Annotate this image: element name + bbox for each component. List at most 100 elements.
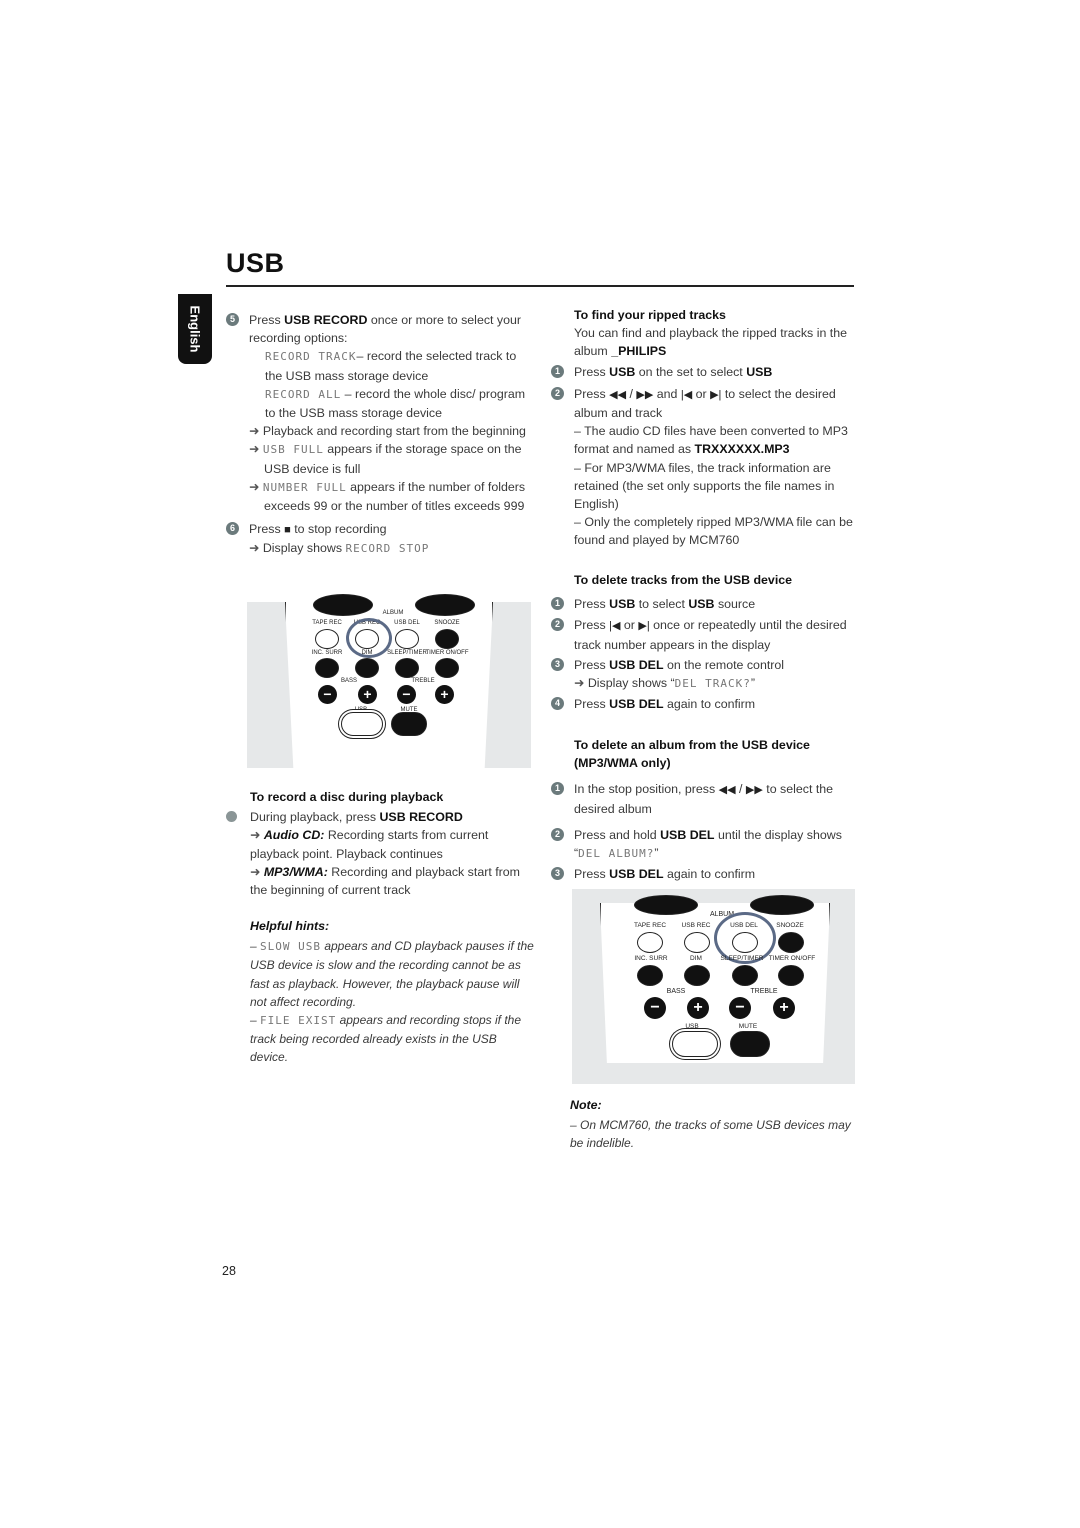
album-step-3: 3 Press USB DEL again to confirm [551,865,856,883]
step-number: 2 [551,618,564,632]
label-mute: MUTE [738,1023,758,1030]
sleep-timer-button-graphic [732,965,758,986]
treble-plus-icon: + [435,685,454,704]
label-timer-on-off: TIMER ON/OFF [425,650,469,656]
usb-rec-button-graphic [684,932,710,953]
text: Press [574,364,610,379]
rewind-icon: ◀◀ [609,388,627,401]
delete-step-4: 4 Press USB DEL again to confirm [551,695,856,713]
lcd-text: RECORD ALL [265,387,342,401]
find-ripped-tracks-section: To find your ripped tracks You can find … [551,306,856,550]
text: or [620,618,639,633]
text: and [653,386,681,401]
usb-button-graphic [341,712,383,736]
label-dim: DIM [690,955,702,962]
inc-surr-button-graphic [315,658,339,678]
label-usb-rec: USB REC [681,922,711,929]
text: again to confirm [663,867,756,882]
text: Press [574,386,610,401]
arrow-icon: ➜ [249,541,260,556]
helpful-hints: Helpful hints: – SLOW USB appears and CD… [250,917,535,1067]
key-usb-del: USB DEL [609,697,664,712]
result-playback: ➜ Playback and recording start from the … [249,422,526,440]
text: Playback and recording start from the be… [262,424,526,439]
ffwd-button-graphic [750,895,814,915]
text: or [692,386,711,401]
text: During playback, press [250,810,380,825]
arrow-icon: ➜ [250,828,261,843]
dim-button-graphic [355,658,379,678]
find-intro: You can find and playback the ripped tra… [574,324,856,360]
section-heading: To delete tracks from the USB device [574,573,793,587]
step-number: 1 [551,364,564,378]
step-number: 3 [551,867,564,881]
label-inc-surr: INC. SURR [634,955,668,962]
stop-icon: ■ [284,524,291,537]
record-during-playback-section: To record a disc during playback During … [226,788,536,899]
hint-slow-usb: – SLOW USB appears and CD playback pause… [250,939,534,1009]
sleep-timer-button-graphic [395,658,419,678]
label-bass: BASS [340,678,357,684]
note-converted: – The audio CD files have been converted… [574,422,856,458]
rewind-button-graphic [313,594,373,616]
find-step-1: 1 Press USB on the set to select USB [551,363,856,381]
album-name: _PHILIPS [611,344,667,359]
usb-del-button-graphic [395,629,419,649]
find-step-2: 2 Press ◀◀ / ▶▶ and |◀ or ▶| to select t… [551,385,856,550]
key-usb: USB [609,597,636,612]
delete-step-2: 2 Press |◀ or ▶| once or repeatedly unti… [551,616,856,653]
page-number: 28 [222,1264,236,1278]
key-usb-del: USB DEL [609,657,664,672]
previous-icon: |◀ [680,388,693,401]
result-del-track: ➜ Display shows “DEL TRACK?” [574,674,856,693]
snooze-button-graphic [435,629,459,649]
snooze-button-graphic [778,932,804,953]
remote-illustration-usb-del: ALBUM TAPE REC USB REC USB DEL SNOOZE IN… [572,889,855,1084]
remote-body [285,602,493,768]
text: Press [574,697,610,712]
lcd-text: RECORD TRACK [265,350,357,364]
text: In the stop position, press [574,782,719,797]
step-number: 6 [226,522,239,536]
usb-button-graphic [672,1031,718,1057]
bass-plus-icon: + [687,997,709,1019]
step-5: 5 Press USB RECORD once or more to selec… [226,311,526,515]
result-audio-cd: ➜ Audio CD: Recording starts from curren… [250,826,536,862]
text: again to confirm [663,697,756,712]
text: on the set to select [635,364,747,379]
text: Press [574,597,610,612]
label-snooze: SNOOZE [434,620,460,626]
option-record-track: RECORD TRACK– record the selected track … [249,347,526,384]
step-number: 2 [551,386,564,400]
treble-minus-icon: − [397,685,416,704]
label-album: ALBUM [382,610,404,616]
text: to stop recording [290,522,387,537]
label-bass: BASS [666,988,686,995]
text: Press [574,618,610,633]
fast-forward-icon: ▶▶ [636,388,654,401]
text: / [626,386,637,401]
text: Display shows “ [587,676,675,691]
label-treble: TREBLE [411,678,435,684]
result-usb-full: ➜ USB FULL appears if the storage space … [249,440,526,477]
step-number: 5 [226,313,239,326]
step-number: 3 [551,657,564,671]
next-icon: ▶| [638,620,650,633]
text: Press [249,522,285,537]
delete-tracks-section: To delete tracks from the USB device 1 P… [551,571,856,713]
section-heading: To delete an album from the USB device (… [574,738,810,771]
note-track-info: – For MP3/WMA files, the track informati… [574,460,835,512]
option-record-all: RECORD ALL – record the whole disc/ prog… [249,385,526,422]
delete-step-3: 3 Press USB DEL on the remote control ➜ … [551,656,856,693]
text: Press [574,657,610,672]
title-divider [226,285,854,287]
arrow-icon: ➜ [574,676,585,691]
label-tape-rec: TAPE REC [633,922,667,929]
bass-plus-icon: + [358,685,377,704]
bass-minus-icon: − [318,685,337,704]
inc-surr-button-graphic [637,965,663,986]
text: Press [574,867,610,882]
text: ” [750,676,755,691]
label-inc-surr: INC. SURR [311,650,343,656]
rewind-icon: ◀◀ [718,784,736,797]
